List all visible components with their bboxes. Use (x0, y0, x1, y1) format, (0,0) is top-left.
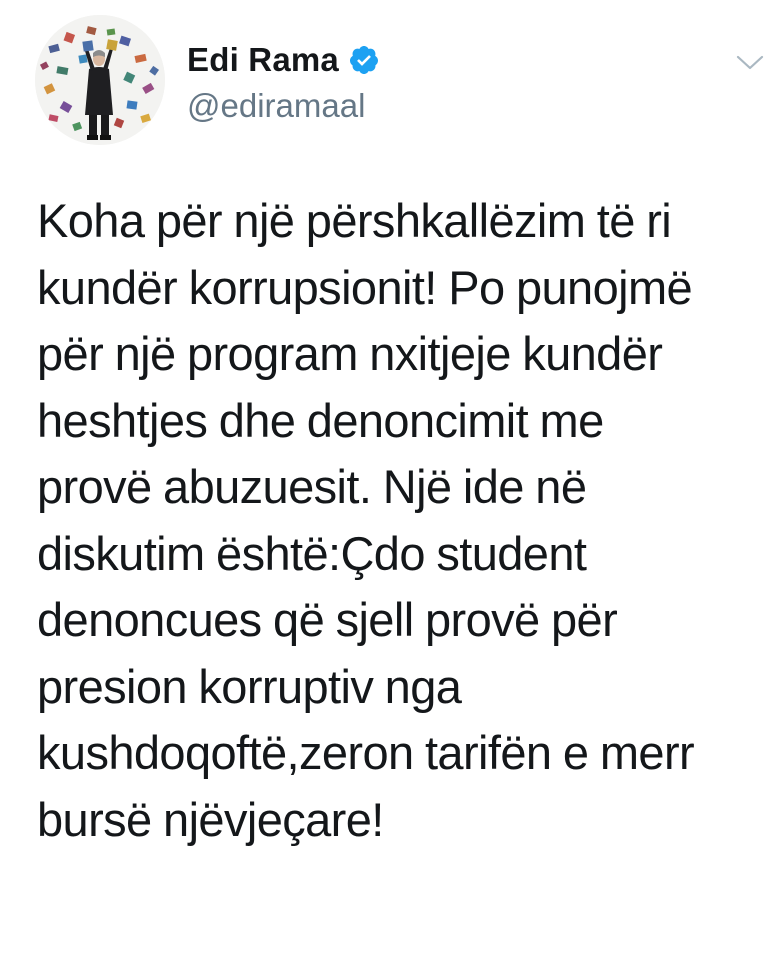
tweet-text-line: kushdoqoftë,zeron tarifën e merr (37, 726, 695, 779)
author-name-row[interactable]: Edi Rama (187, 38, 380, 82)
tweet-text-line: për një program nxitjeje kundër (37, 327, 663, 380)
chevron-down-icon[interactable] (735, 52, 765, 72)
tweet-text-line: denoncues që sjell provë për (37, 593, 618, 646)
tweet-text-line: bursë njëvjeçare! (37, 792, 384, 846)
author-handle[interactable]: @ediramaal (187, 86, 365, 126)
tweet-text-line: presion korruptiv nga (37, 659, 462, 713)
tweet-card: Edi Rama @ediramaal Koha për një përshka… (0, 0, 777, 960)
profile-photo-image (35, 15, 165, 145)
tweet-text-line: provë abuzuesit. Një ide në (37, 460, 587, 513)
tweet-text-line: diskutim është:Çdo student (37, 526, 587, 580)
tweet-text-line: Koha për një përshkallëzim të ri (37, 194, 672, 247)
tweet-text: Koha për një përshkallëzim të ri kundër … (37, 188, 757, 853)
tweet-text-line: kundër korrupsionit! Po punojmë (37, 260, 693, 314)
tweet-text-line: heshtjes dhe denoncimit me (37, 393, 604, 447)
author-display-name[interactable]: Edi Rama (187, 38, 339, 82)
avatar[interactable] (35, 15, 165, 145)
verified-badge-icon (348, 44, 380, 76)
